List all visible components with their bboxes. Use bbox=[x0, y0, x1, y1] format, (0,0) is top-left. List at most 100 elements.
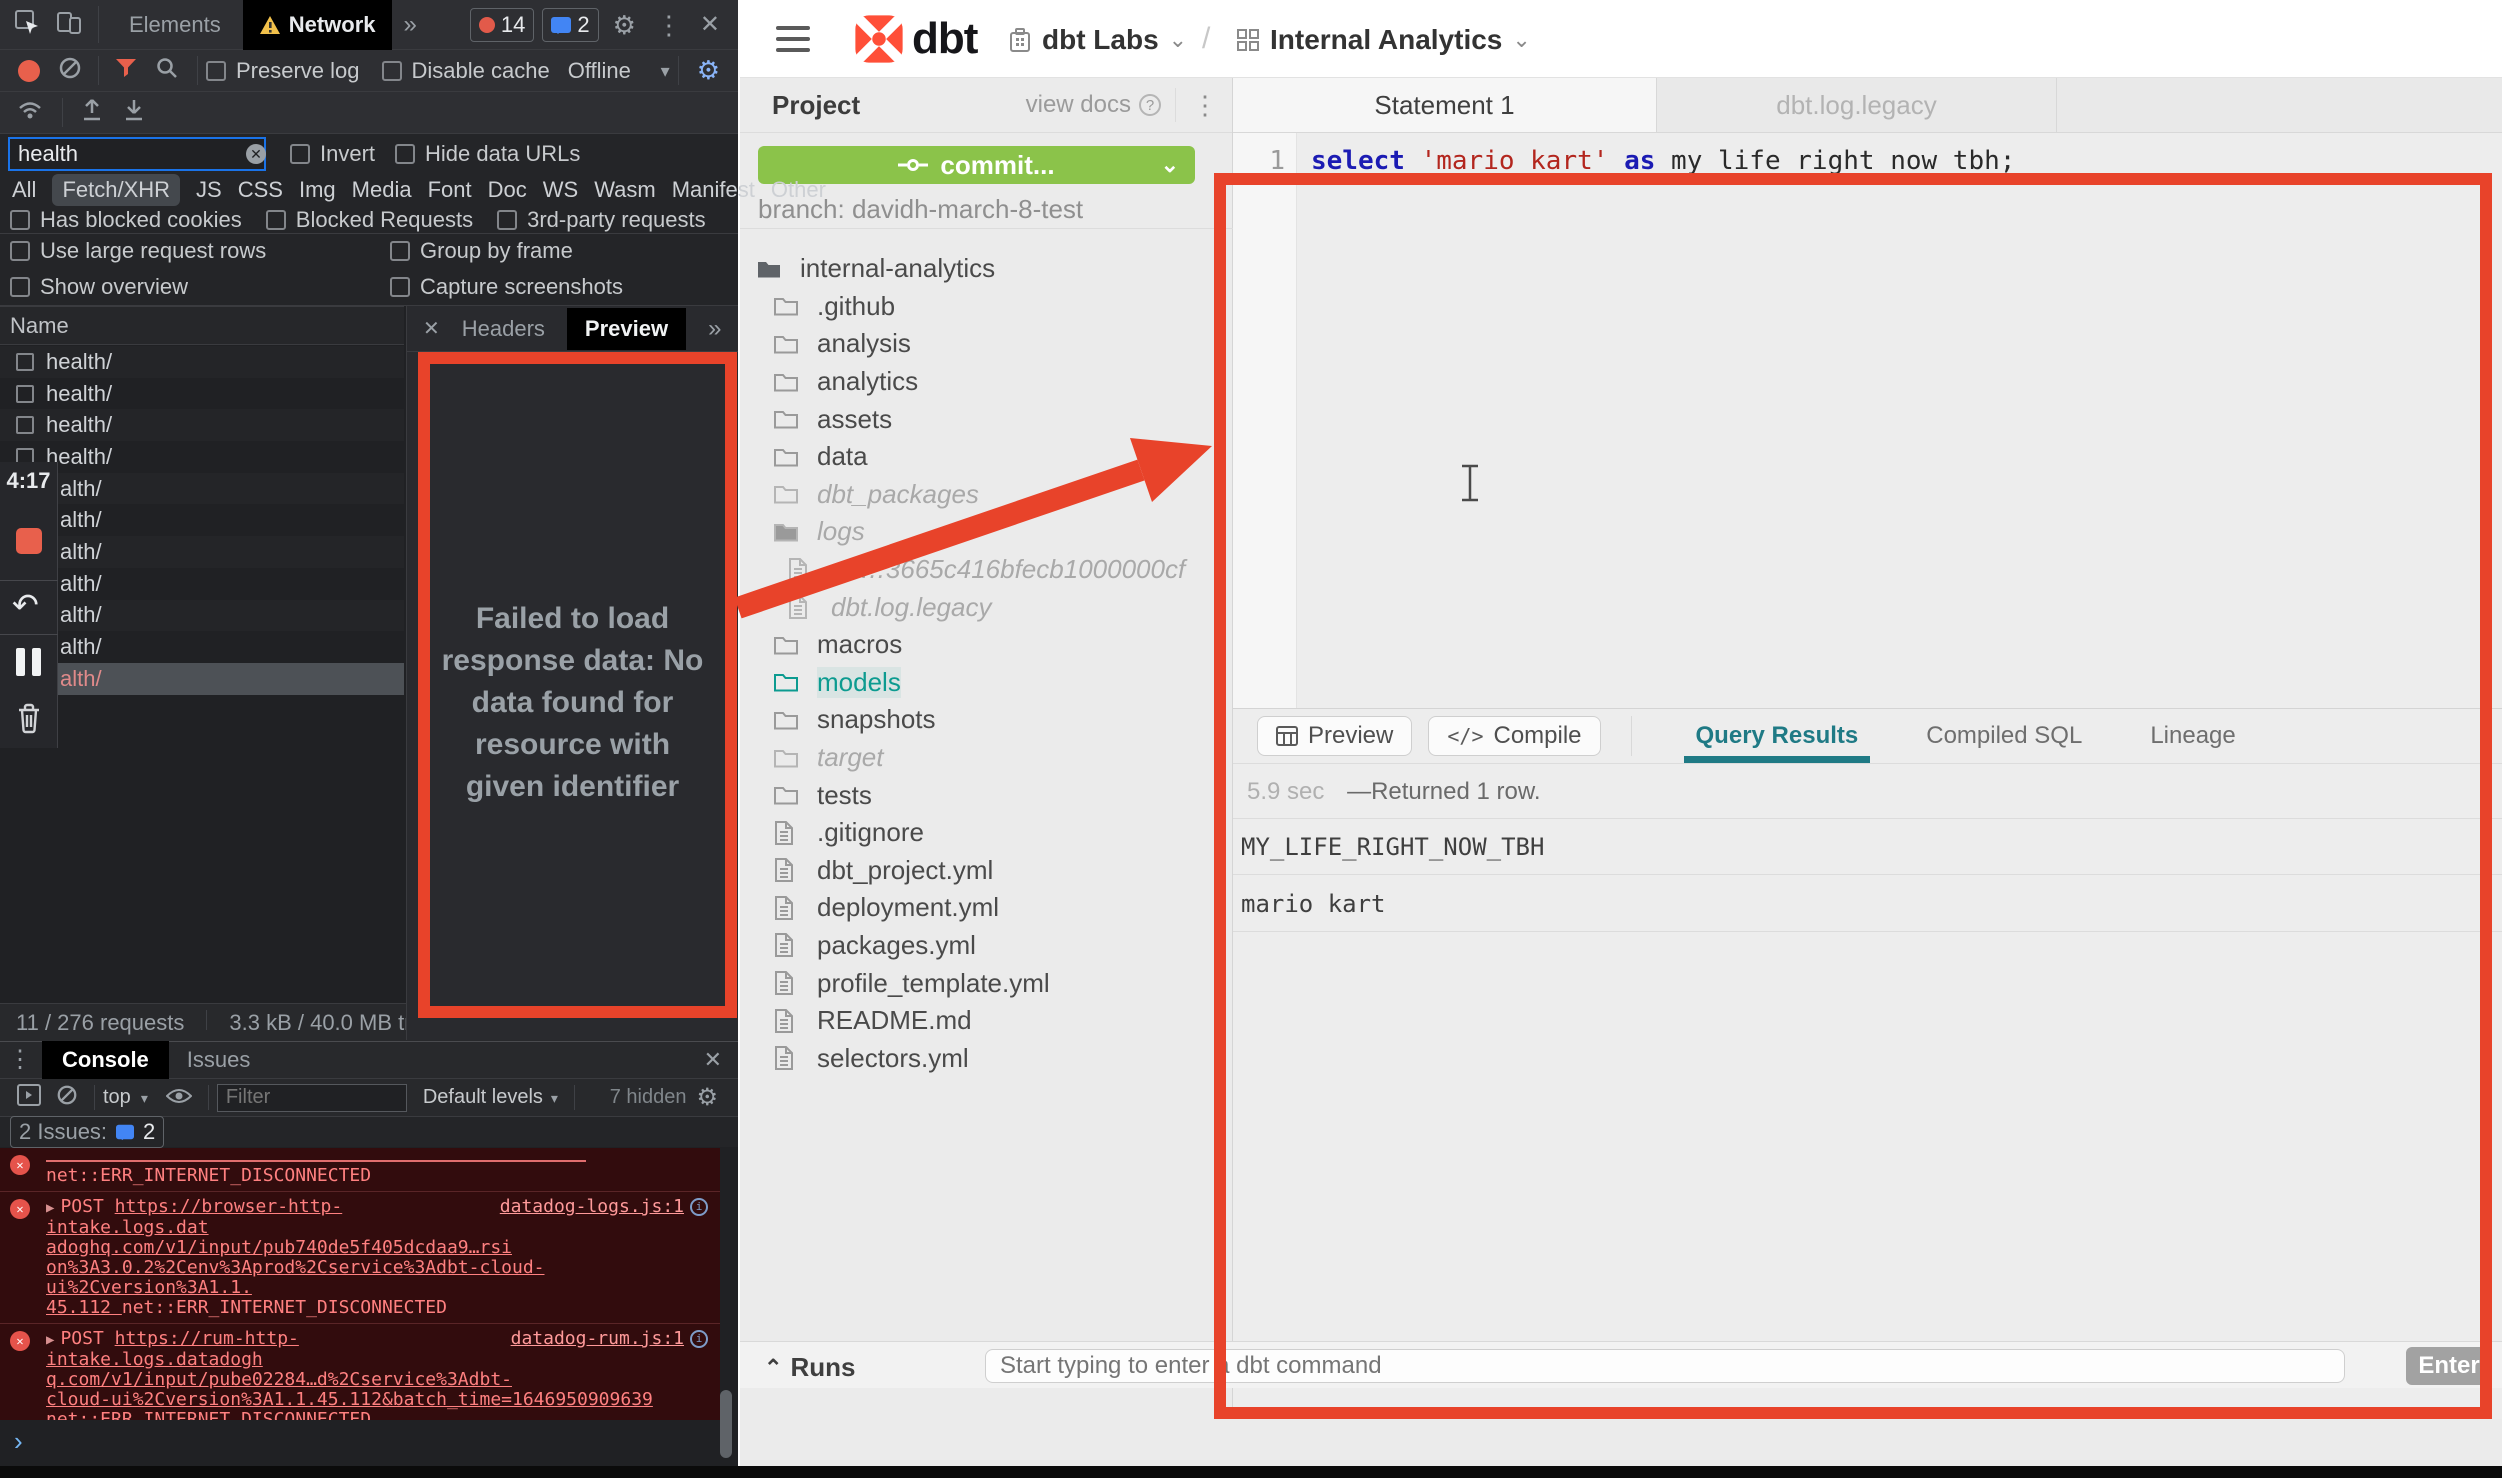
file-tree-item[interactable]: dbt.log.legacy bbox=[740, 588, 1233, 626]
tab-headers[interactable]: Headers bbox=[462, 316, 545, 342]
issues-counter-chip[interactable]: 2 Issues: 2 bbox=[10, 1116, 164, 1148]
filter-funnel-icon[interactable] bbox=[115, 58, 137, 84]
console-scrollbar[interactable] bbox=[720, 1390, 732, 1458]
file-tree-item[interactable]: macros bbox=[740, 626, 1233, 664]
hamburger-menu-icon[interactable] bbox=[776, 26, 810, 59]
detail-more-tabs-icon[interactable]: » bbox=[708, 317, 721, 341]
request-row[interactable]: health/ bbox=[0, 441, 404, 473]
console-settings-gear-icon[interactable]: ⚙ bbox=[696, 1083, 718, 1112]
error-count-badge[interactable]: 14 bbox=[470, 8, 534, 42]
project-switcher[interactable]: Internal Analytics ⌄ bbox=[1236, 24, 1531, 56]
request-row[interactable]: alth/ bbox=[0, 473, 404, 505]
file-tree-item[interactable]: selectors.yml bbox=[740, 1039, 1233, 1077]
type-filter-chip[interactable]: Wasm bbox=[594, 177, 656, 203]
file-tree-item[interactable]: analysis bbox=[740, 325, 1233, 363]
search-icon[interactable] bbox=[155, 56, 179, 86]
close-detail-icon[interactable]: ✕ bbox=[423, 319, 440, 339]
file-tree-item[interactable]: assets bbox=[740, 400, 1233, 438]
results-tab[interactable]: Compiled SQL bbox=[1926, 709, 2082, 764]
log-levels-select[interactable]: Default levels bbox=[423, 1086, 543, 1109]
requests-name-header[interactable]: Name bbox=[0, 306, 404, 345]
file-tree-item[interactable]: internal-analytics bbox=[740, 250, 1233, 288]
console-error[interactable]: ✕ datadog-rum.js:1 i ▶POST https://rum-h… bbox=[0, 1324, 720, 1420]
tab-preview[interactable]: Preview bbox=[567, 308, 686, 350]
type-filter-chip[interactable]: Media bbox=[352, 177, 412, 203]
type-filter-chip[interactable]: Other bbox=[771, 177, 826, 203]
network-filter-input[interactable] bbox=[8, 137, 266, 171]
request-row[interactable]: alth/ bbox=[0, 663, 404, 695]
clear-filter-icon[interactable]: ✕ bbox=[246, 144, 266, 164]
request-row[interactable]: alth/ bbox=[0, 631, 404, 663]
file-tree-item[interactable]: packages.yml bbox=[740, 927, 1233, 965]
file-tree-item[interactable]: dbt_packages bbox=[740, 476, 1233, 514]
close-devtools-icon[interactable]: ✕ bbox=[700, 13, 720, 37]
request-row[interactable]: alth/ bbox=[0, 536, 404, 568]
tab-network[interactable]: Network bbox=[243, 0, 392, 50]
sidebar-kebab-icon[interactable]: ⋮ bbox=[1192, 90, 1218, 121]
show-overview-checkbox[interactable]: Show overview bbox=[10, 274, 188, 300]
help-circle-icon[interactable]: ? bbox=[1139, 94, 1161, 116]
large-rows-checkbox[interactable]: Use large request rows bbox=[10, 238, 266, 264]
preview-button[interactable]: Preview bbox=[1257, 716, 1412, 756]
console-clear-icon[interactable] bbox=[56, 1084, 78, 1112]
account-switcher[interactable]: dbt Labs ⌄ bbox=[1008, 24, 1187, 56]
undo-icon[interactable]: ↶ bbox=[12, 586, 39, 624]
runs-toggle[interactable]: ⌃ Runs bbox=[764, 1352, 855, 1383]
request-row[interactable]: health/ bbox=[0, 409, 404, 441]
device-toolbar-icon[interactable] bbox=[56, 9, 82, 41]
type-filter-chip[interactable]: Fetch/XHR bbox=[52, 174, 180, 206]
type-filter-chip[interactable]: Img bbox=[299, 177, 336, 203]
file-tree-item[interactable]: deployment.yml bbox=[740, 889, 1233, 927]
tab-elements[interactable]: Elements bbox=[129, 12, 221, 38]
editor-tab[interactable]: Statement 1 bbox=[1233, 78, 1657, 132]
file-tree-item[interactable]: .github bbox=[740, 288, 1233, 326]
request-row[interactable]: health/ bbox=[0, 378, 404, 410]
console-error[interactable]: ✕ i ▶ net::ERR_INTERNET_DISCONNECTED bbox=[0, 1148, 720, 1192]
group-by-frame-checkbox[interactable]: Group by frame bbox=[390, 238, 573, 264]
third-party-checkbox[interactable]: 3rd-party requests bbox=[497, 207, 706, 233]
type-filter-chip[interactable]: All bbox=[12, 177, 36, 203]
request-row[interactable]: alth/ bbox=[0, 504, 404, 536]
request-row[interactable]: alth/ bbox=[0, 600, 404, 632]
console-scope-select[interactable]: top bbox=[103, 1086, 131, 1109]
scope-caret-icon[interactable]: ▾ bbox=[141, 1091, 148, 1105]
dbt-command-input[interactable] bbox=[985, 1349, 2345, 1383]
clear-icon[interactable] bbox=[58, 56, 82, 86]
commit-dropdown-caret[interactable]: ⌄ bbox=[1161, 152, 1179, 178]
stop-recording-button[interactable] bbox=[16, 528, 42, 554]
file-tree-item[interactable]: .nf…3665c416bfecb1000000cf bbox=[740, 551, 1233, 589]
results-tab[interactable]: Lineage bbox=[2150, 709, 2235, 764]
capture-screenshots-checkbox[interactable]: Capture screenshots bbox=[390, 274, 623, 300]
file-tree-item[interactable]: logs bbox=[740, 513, 1233, 551]
throttling-caret-icon[interactable]: ▾ bbox=[661, 62, 670, 80]
expand-arrow-icon[interactable]: ▶ bbox=[46, 1200, 54, 1216]
console-kebab-icon[interactable]: ⋮ bbox=[8, 1048, 32, 1072]
file-tree-item[interactable]: models bbox=[740, 664, 1233, 702]
file-tree-item[interactable]: .gitignore bbox=[740, 814, 1233, 852]
error-source[interactable]: datadog-logs.js:1 i bbox=[500, 1197, 708, 1217]
type-filter-chip[interactable]: Font bbox=[428, 177, 472, 203]
sql-code-line[interactable]: select 'mario kart' as my_life_right_now… bbox=[1311, 146, 2015, 176]
request-row[interactable]: alth/ bbox=[0, 568, 404, 600]
file-tree-item[interactable]: snapshots bbox=[740, 701, 1233, 739]
levels-caret-icon[interactable]: ▾ bbox=[551, 1091, 558, 1105]
dbt-logo-icon[interactable] bbox=[852, 12, 906, 71]
editor-tab[interactable]: dbt.log.legacy bbox=[1657, 78, 2057, 132]
console-sidebar-icon[interactable] bbox=[16, 1083, 42, 1113]
file-tree-item[interactable]: README.md bbox=[740, 1002, 1233, 1040]
disable-cache-checkbox[interactable]: Disable cache bbox=[382, 58, 550, 84]
inspect-element-icon[interactable] bbox=[14, 9, 40, 41]
import-har-icon[interactable] bbox=[81, 98, 103, 128]
file-tree-item[interactable]: analytics bbox=[740, 363, 1233, 401]
throttling-select[interactable]: Offline bbox=[568, 58, 631, 84]
type-filter-chip[interactable]: Manifest bbox=[672, 177, 755, 203]
file-tree-item[interactable]: tests bbox=[740, 776, 1233, 814]
expand-arrow-icon[interactable]: ▶ bbox=[46, 1332, 54, 1348]
hide-data-urls-checkbox[interactable]: Hide data URLs bbox=[395, 141, 580, 167]
type-filter-chip[interactable]: Doc bbox=[488, 177, 527, 203]
eye-icon[interactable] bbox=[166, 1085, 192, 1111]
record-icon[interactable] bbox=[18, 60, 40, 82]
delete-recording-button[interactable] bbox=[15, 702, 43, 740]
close-console-icon[interactable]: ✕ bbox=[704, 1049, 722, 1071]
tab-console[interactable]: Console bbox=[42, 1041, 169, 1079]
